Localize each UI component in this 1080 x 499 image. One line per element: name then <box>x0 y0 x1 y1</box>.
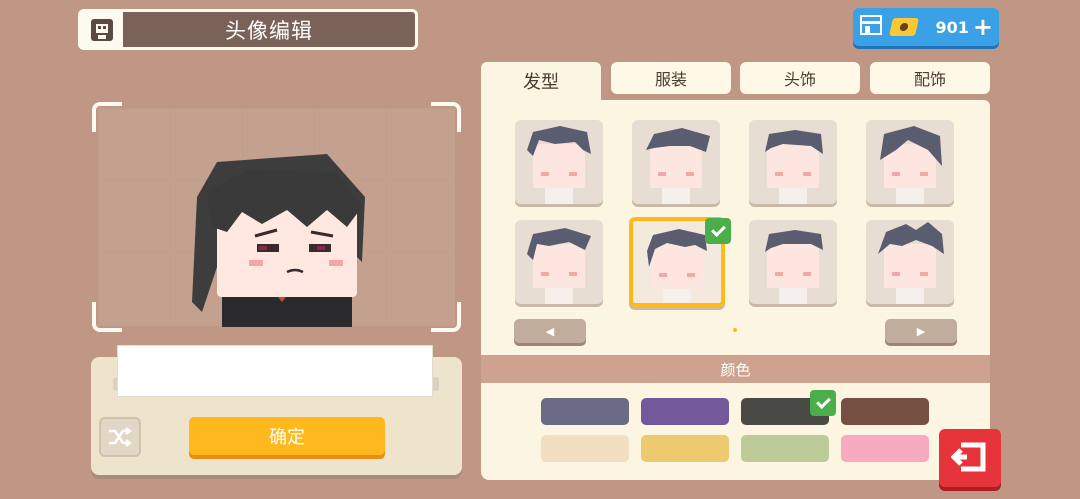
hairstyle-option[interactable] <box>515 120 603 204</box>
hairstyle-option[interactable] <box>632 120 720 204</box>
coin-icon <box>889 18 919 36</box>
avatar-preview <box>92 102 461 332</box>
tab-headwear[interactable]: 头饰 <box>740 62 860 94</box>
frame-corner <box>92 302 122 332</box>
selected-check-icon <box>705 218 731 244</box>
prev-page-button[interactable]: ◀ <box>514 319 586 343</box>
frame-corner <box>431 102 461 132</box>
page-indicator <box>733 328 737 332</box>
name-panel: 确定 <box>91 345 462 475</box>
confirm-button[interactable]: 确定 <box>189 417 385 455</box>
storefront-icon <box>859 14 883 40</box>
return-arrow-icon <box>951 442 986 472</box>
hairstyle-panel: ◀ ▶ 颜色 <box>481 100 990 480</box>
color-swatch[interactable] <box>841 398 929 425</box>
color-swatch[interactable] <box>841 435 929 462</box>
color-swatch[interactable] <box>641 398 729 425</box>
color-swatch[interactable] <box>641 435 729 462</box>
color-section-label: 颜色 <box>481 355 990 383</box>
currency-amount: 901 <box>935 17 969 37</box>
color-swatch[interactable] <box>541 398 629 425</box>
avatar-character <box>192 154 365 327</box>
color-swatch[interactable] <box>741 435 829 462</box>
hairstyle-option[interactable] <box>515 220 603 304</box>
add-currency-icon[interactable]: + <box>973 15 993 39</box>
page-header: 头像编辑 <box>78 9 418 50</box>
color-swatch[interactable] <box>541 435 629 462</box>
selected-check-icon <box>810 390 836 416</box>
tab-clothing[interactable]: 服装 <box>611 62 731 94</box>
hairstyle-option[interactable] <box>749 120 837 204</box>
hairstyle-option[interactable] <box>749 220 837 304</box>
back-button[interactable] <box>939 429 1001 487</box>
name-input[interactable] <box>117 345 433 397</box>
page-title: 头像编辑 <box>225 18 313 43</box>
avatar-icon <box>81 12 123 47</box>
shuffle-icon <box>109 427 132 447</box>
frame-corner <box>92 102 122 132</box>
next-page-button[interactable]: ▶ <box>885 319 957 343</box>
shuffle-button[interactable] <box>99 417 141 457</box>
hairstyle-option[interactable] <box>866 120 954 204</box>
tab-accessories[interactable]: 配饰 <box>870 62 990 94</box>
currency-display[interactable]: 901 + <box>853 8 999 46</box>
frame-corner <box>431 302 461 332</box>
hairstyle-option[interactable] <box>866 220 954 304</box>
